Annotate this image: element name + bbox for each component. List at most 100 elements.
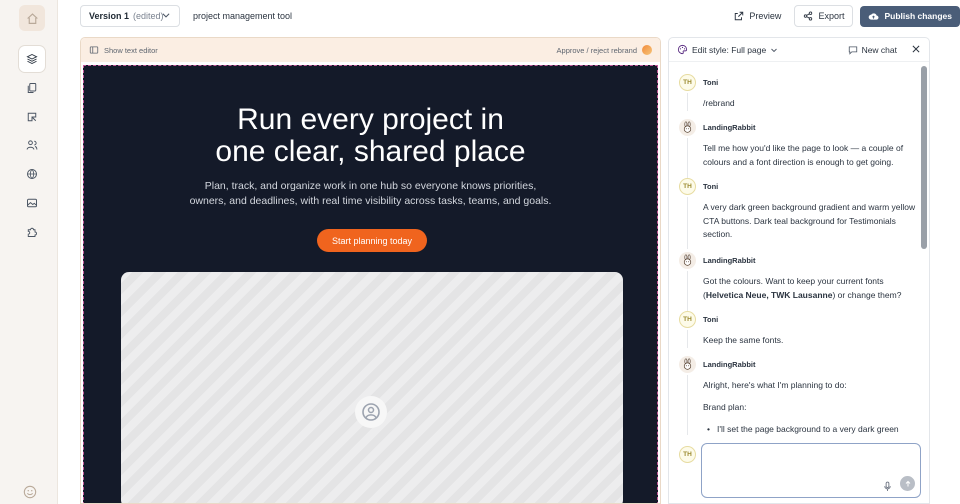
account-button[interactable] (23, 485, 37, 504)
chevron-down-icon (162, 13, 170, 18)
message-author: Toni (703, 78, 719, 87)
top-toolbar: Version 1 (edited) project management to… (58, 0, 960, 34)
composer-avatar: TH (679, 446, 696, 463)
microphone-icon (884, 481, 891, 491)
close-chat-button[interactable] (911, 44, 921, 56)
thread-line (687, 271, 688, 311)
image-button[interactable] (19, 190, 45, 216)
bullet-text: I'll set the page background to a very d… (717, 424, 899, 434)
layers-icon (26, 53, 38, 65)
pages-button[interactable] (19, 75, 45, 101)
rabbit-icon (683, 358, 692, 370)
message-text-fonts: Helvetica Neue, TWK Lausanne (705, 289, 833, 300)
send-button[interactable] (900, 476, 915, 491)
message-author: LandingRabbit (703, 360, 756, 369)
export-button[interactable]: Export (794, 5, 854, 27)
preview-label: Preview (749, 11, 782, 21)
thread-line (687, 330, 688, 348)
chat-scrollbar[interactable] (921, 66, 927, 249)
new-chat-button[interactable]: New chat (848, 45, 897, 55)
smile-icon (23, 485, 37, 499)
brush-icon (27, 112, 37, 122)
puzzle-icon (27, 227, 37, 237)
project-name: project management tool (193, 11, 293, 21)
rabbit-icon (683, 254, 692, 266)
message-author: Toni (703, 315, 719, 324)
home-button[interactable] (19, 5, 45, 31)
version-status: (edited) (133, 11, 164, 21)
thread-line (687, 197, 688, 249)
message-header: TH Toni (679, 74, 718, 91)
user-avatar: TH (679, 74, 696, 91)
hero-subtitle: Plan, track, and organize work in one hu… (84, 179, 657, 209)
arrow-up-icon (905, 480, 910, 486)
pages-icon (27, 83, 37, 93)
chat-bubble-icon (848, 46, 857, 55)
sidebar-panel-icon (89, 46, 99, 54)
message-text: Keep the same fonts. (703, 335, 784, 345)
message-text: /rebrand (703, 98, 735, 108)
message-subheading: Brand plan: (703, 402, 747, 412)
chat-input[interactable] (701, 443, 921, 498)
puzzle-button[interactable] (19, 219, 45, 245)
chevron-down-icon (771, 48, 778, 52)
hero-subtitle-line2: owners, and deadlines, with real time vi… (189, 195, 552, 207)
rabbit-avatar (679, 252, 696, 269)
share-icon (804, 11, 813, 21)
microphone-button[interactable] (883, 479, 892, 497)
thread-line (687, 138, 688, 178)
composer-avatar-wrap: TH (679, 446, 696, 463)
rabbit-icon (683, 121, 692, 133)
message-author: LandingRabbit (703, 256, 756, 265)
cloud-upload-icon (869, 12, 879, 20)
user-avatar: TH (679, 311, 696, 328)
layers-button[interactable] (19, 46, 45, 72)
hero-title-line2: one clear, shared place (215, 135, 526, 168)
message-text: Got the colours. Want to keep your curre… (703, 275, 921, 302)
message-bullet: • I'll set the page background to a very … (703, 423, 921, 437)
thread-line (687, 93, 688, 111)
version-selector[interactable]: Version 1 (edited) (80, 5, 180, 27)
left-rail (0, 0, 58, 504)
users-icon (26, 140, 38, 150)
close-icon (912, 45, 920, 53)
user-avatar: TH (679, 178, 696, 195)
hero-image-placeholder[interactable] (121, 272, 623, 503)
message-author: Toni (703, 182, 719, 191)
message-text: Tell me how you'd like the page to look … (703, 143, 904, 167)
canvas-toolbar: Show text editor Approve / reject rebran… (81, 38, 660, 62)
start-planning-button[interactable]: Start planning today (317, 229, 427, 252)
hero-section[interactable]: Run every project in one clear, shared p… (83, 65, 658, 503)
edit-style-dropdown[interactable]: Edit style: Full page (677, 44, 778, 55)
new-chat-label: New chat (861, 45, 897, 55)
home-icon (26, 12, 38, 24)
message-text: A very dark green background gradient an… (703, 202, 916, 239)
palette-icon (677, 44, 688, 55)
hero-title-line1: Run every project in (237, 103, 504, 136)
chat-panel: Edit style: Full page New chat TH Toni /… (668, 37, 930, 504)
brush-button[interactable] (19, 104, 45, 130)
page-canvas: Show text editor Approve / reject rebran… (80, 37, 661, 504)
publish-button[interactable]: Publish changes (860, 5, 960, 27)
rebrand-label: Approve / reject rebrand (556, 45, 637, 55)
show-text-editor-toggle[interactable]: Show text editor (89, 45, 158, 55)
publish-label: Publish changes (884, 11, 952, 21)
thread-line (687, 375, 688, 435)
image-icon (27, 198, 37, 208)
message-header: LandingRabbit (679, 119, 756, 136)
hero-title: Run every project in one clear, shared p… (84, 104, 657, 168)
bullet-dot: • (707, 424, 710, 434)
message-text-part: ) or change them? (832, 289, 902, 300)
message-text: Alright, here's what I'm planning to do: (703, 380, 847, 390)
main-area: Version 1 (edited) project management to… (58, 0, 960, 504)
users-button[interactable] (19, 132, 45, 158)
rabbit-avatar (679, 119, 696, 136)
message-author: LandingRabbit (703, 123, 756, 132)
preview-button[interactable]: Preview (728, 5, 787, 27)
external-link-icon (735, 11, 744, 21)
version-label: Version 1 (89, 11, 130, 21)
globe-button[interactable] (19, 161, 45, 187)
rebrand-avatar-icon (642, 45, 652, 55)
rabbit-avatar (679, 356, 696, 373)
approve-reject-rebrand[interactable]: Approve / reject rebrand (557, 45, 652, 55)
